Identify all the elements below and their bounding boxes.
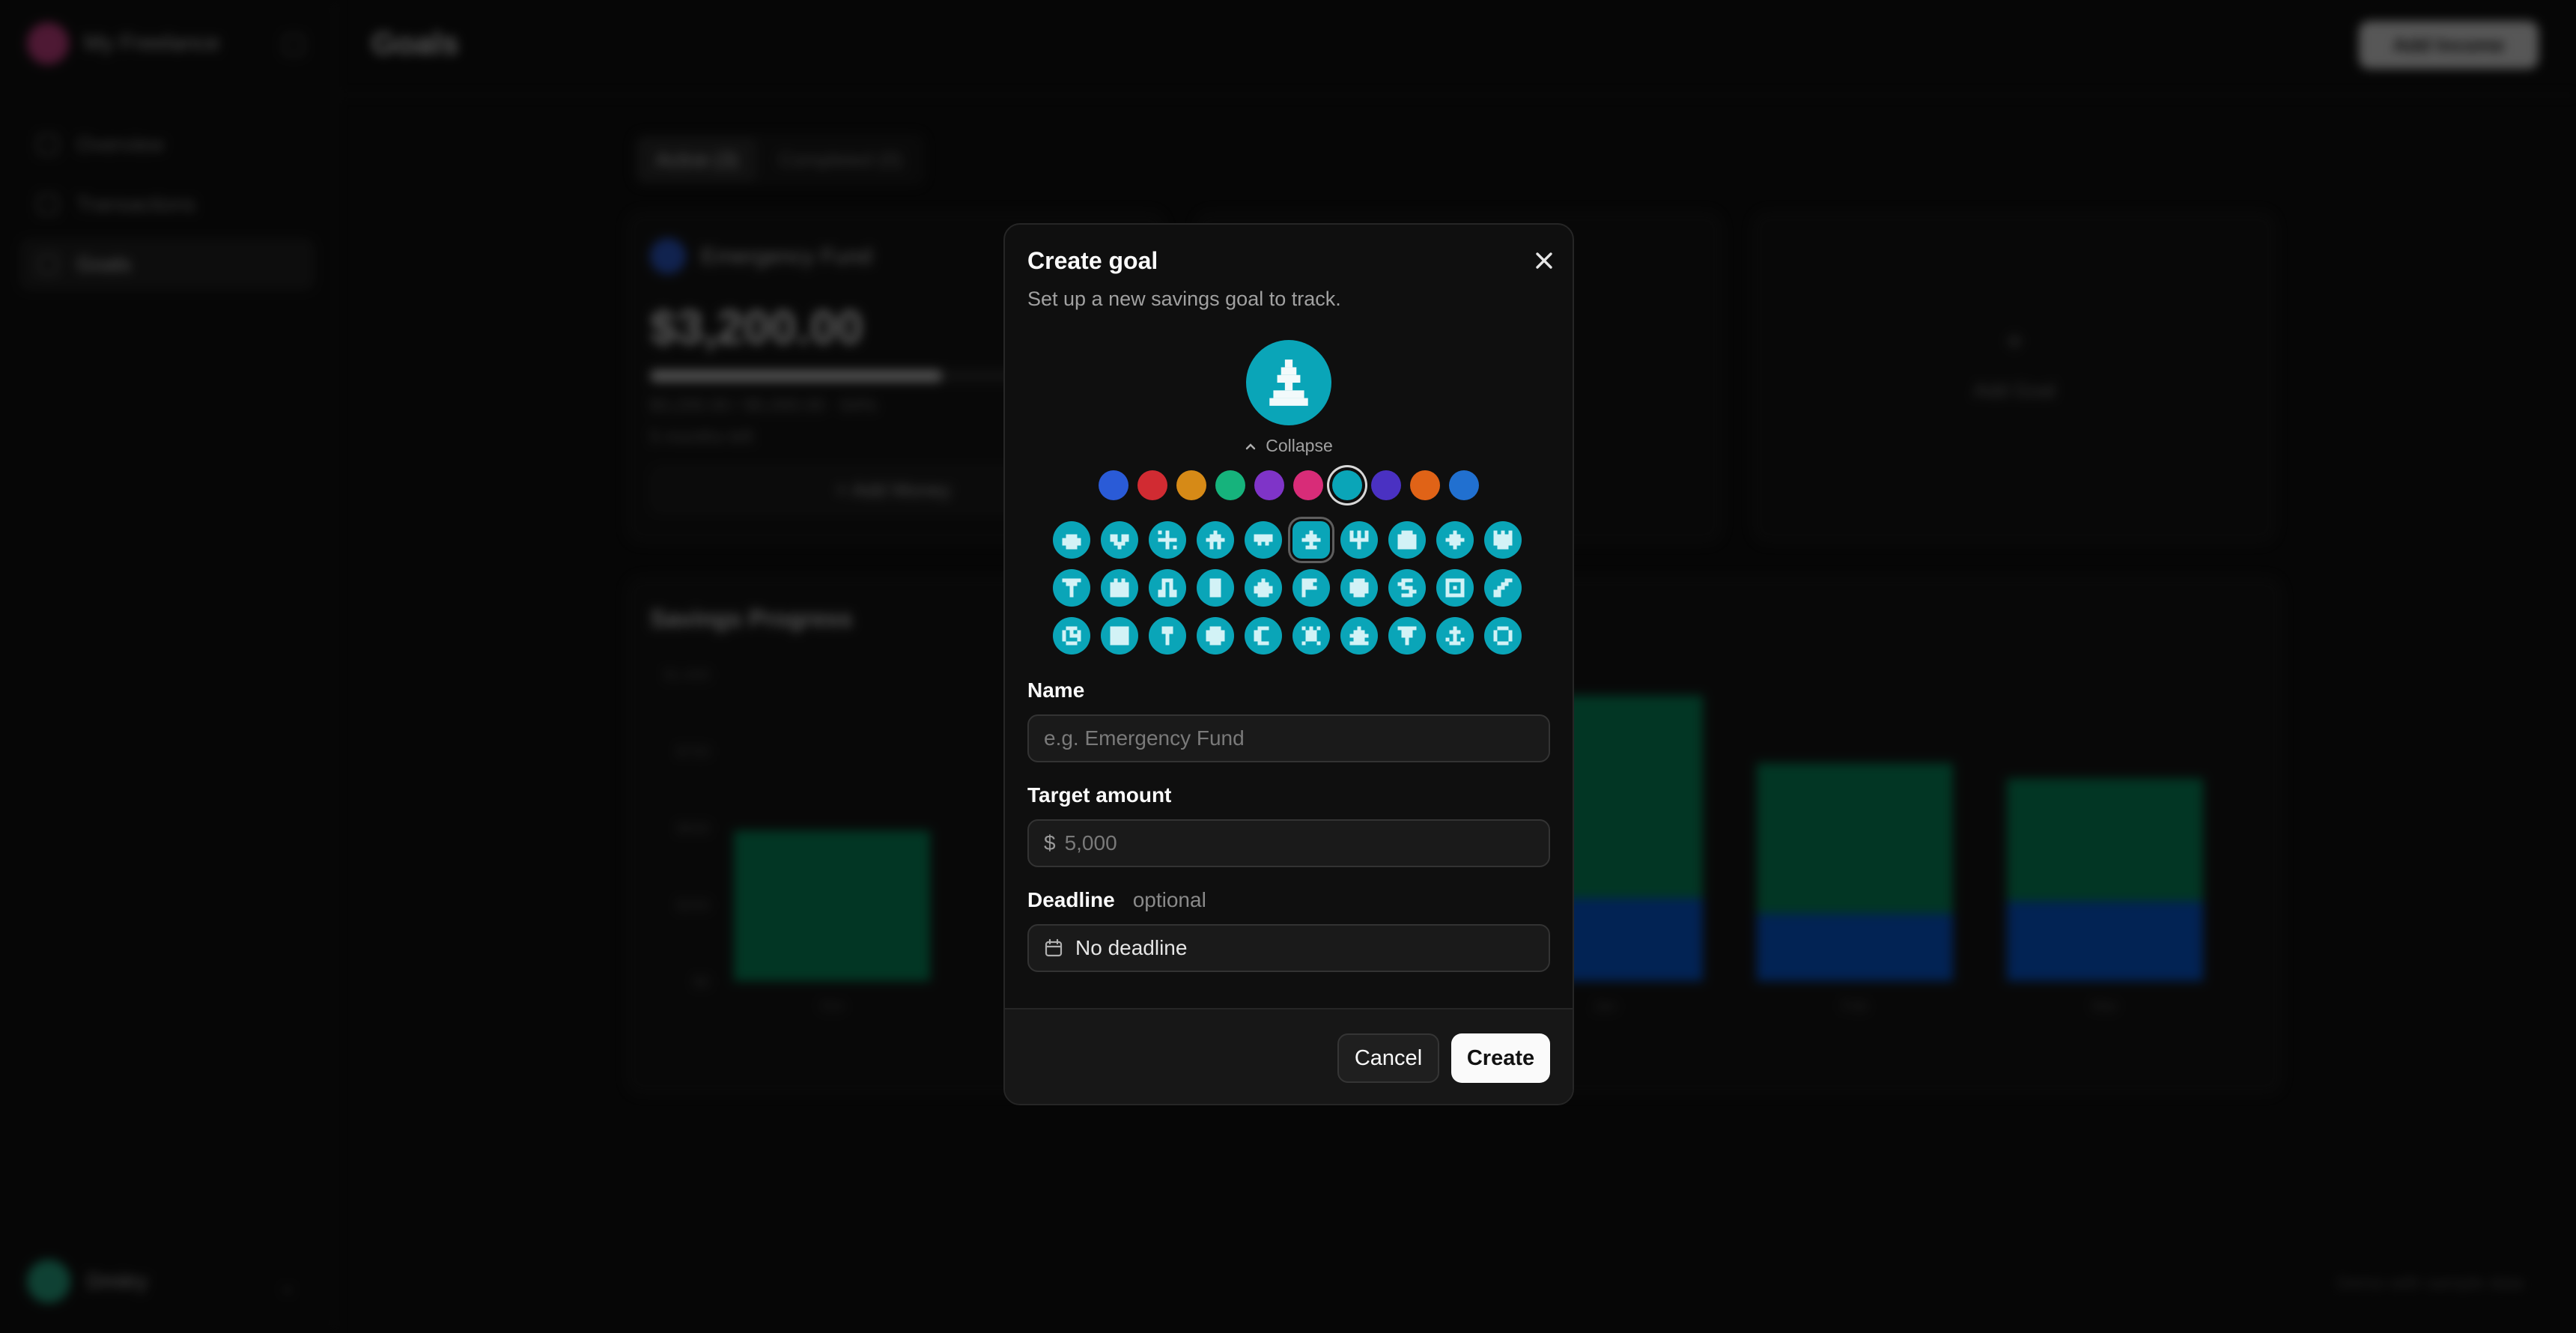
goal-icon-option[interactable]	[1197, 569, 1234, 607]
color-swatches	[1005, 470, 1573, 500]
goal-icon-option[interactable]	[1053, 569, 1090, 607]
dialog-title: Create goal	[1027, 247, 1158, 274]
deadline-optional-text: optional	[1132, 888, 1206, 911]
dialog-footer: Cancel Create	[1005, 1008, 1573, 1104]
chevron-up-icon	[1246, 443, 1256, 449]
goal-icon-option[interactable]	[1388, 521, 1426, 559]
target-amount-input[interactable]	[1064, 831, 1534, 855]
goal-icon-option[interactable]	[1292, 569, 1330, 607]
target-amount-field[interactable]: $	[1027, 819, 1550, 867]
pixel-arrow-icon	[1269, 359, 1308, 406]
goal-icon-option[interactable]	[1436, 521, 1474, 559]
color-swatch[interactable]	[1332, 470, 1362, 500]
color-swatch[interactable]	[1215, 470, 1245, 500]
deadline-label: Deadline optional	[1027, 888, 1206, 912]
collapse-toggle[interactable]: Collapse	[1005, 436, 1573, 456]
goal-icon-option[interactable]	[1484, 617, 1522, 655]
color-swatch[interactable]	[1293, 470, 1323, 500]
goal-icon-option[interactable]	[1340, 617, 1378, 655]
icon-picker-grid	[1053, 521, 1522, 655]
deadline-picker[interactable]: No deadline	[1027, 924, 1550, 972]
goal-icon-option[interactable]	[1484, 569, 1522, 607]
goal-icon-option[interactable]	[1101, 569, 1138, 607]
deadline-value: No deadline	[1075, 936, 1188, 959]
goal-icon-option[interactable]	[1197, 617, 1234, 655]
deadline-label-text: Deadline	[1027, 888, 1115, 911]
app-root: My Freelance Overview Transactions Goals	[0, 0, 2576, 1333]
goal-icon-option[interactable]	[1149, 569, 1186, 607]
goal-icon-option[interactable]	[1484, 521, 1522, 559]
goal-icon-preview	[1246, 340, 1331, 425]
goal-icon-option[interactable]	[1053, 521, 1090, 559]
create-button[interactable]: Create	[1451, 1033, 1550, 1083]
goal-icon-option[interactable]	[1101, 617, 1138, 655]
goal-icon-option[interactable]	[1388, 569, 1426, 607]
goal-icon-option[interactable]	[1340, 521, 1378, 559]
goal-icon-option[interactable]	[1245, 617, 1282, 655]
goal-icon-option[interactable]	[1197, 521, 1234, 559]
color-swatch[interactable]	[1099, 470, 1128, 500]
goal-icon-option[interactable]	[1245, 569, 1282, 607]
goal-icon-option[interactable]	[1436, 617, 1474, 655]
color-swatch[interactable]	[1137, 470, 1167, 500]
goal-icon-option[interactable]	[1245, 521, 1282, 559]
close-icon[interactable]	[1529, 246, 1559, 276]
name-label: Name	[1027, 678, 1085, 702]
goal-icon-option[interactable]	[1292, 521, 1330, 559]
calendar-icon	[1045, 938, 1063, 957]
color-swatch[interactable]	[1410, 470, 1440, 500]
goal-icon-option[interactable]	[1436, 569, 1474, 607]
create-goal-dialog: Create goal Set up a new savings goal to…	[1003, 223, 1574, 1105]
goal-icon-option[interactable]	[1101, 521, 1138, 559]
target-amount-label: Target amount	[1027, 783, 1172, 807]
currency-symbol: $	[1044, 831, 1056, 854]
goal-icon-option[interactable]	[1388, 617, 1426, 655]
goal-icon-option[interactable]	[1292, 617, 1330, 655]
color-swatch[interactable]	[1254, 470, 1284, 500]
color-swatch[interactable]	[1371, 470, 1401, 500]
collapse-label: Collapse	[1266, 436, 1333, 455]
goal-icon-option[interactable]	[1053, 617, 1090, 655]
goal-icon-option[interactable]	[1149, 521, 1186, 559]
goal-icon-option[interactable]	[1149, 617, 1186, 655]
goal-icon-option[interactable]	[1340, 569, 1378, 607]
cancel-button[interactable]: Cancel	[1337, 1033, 1439, 1083]
name-input[interactable]	[1044, 726, 1534, 750]
color-swatch[interactable]	[1449, 470, 1479, 500]
name-field[interactable]	[1027, 714, 1550, 762]
color-swatch[interactable]	[1176, 470, 1206, 500]
dialog-description: Set up a new savings goal to track.	[1027, 288, 1341, 310]
